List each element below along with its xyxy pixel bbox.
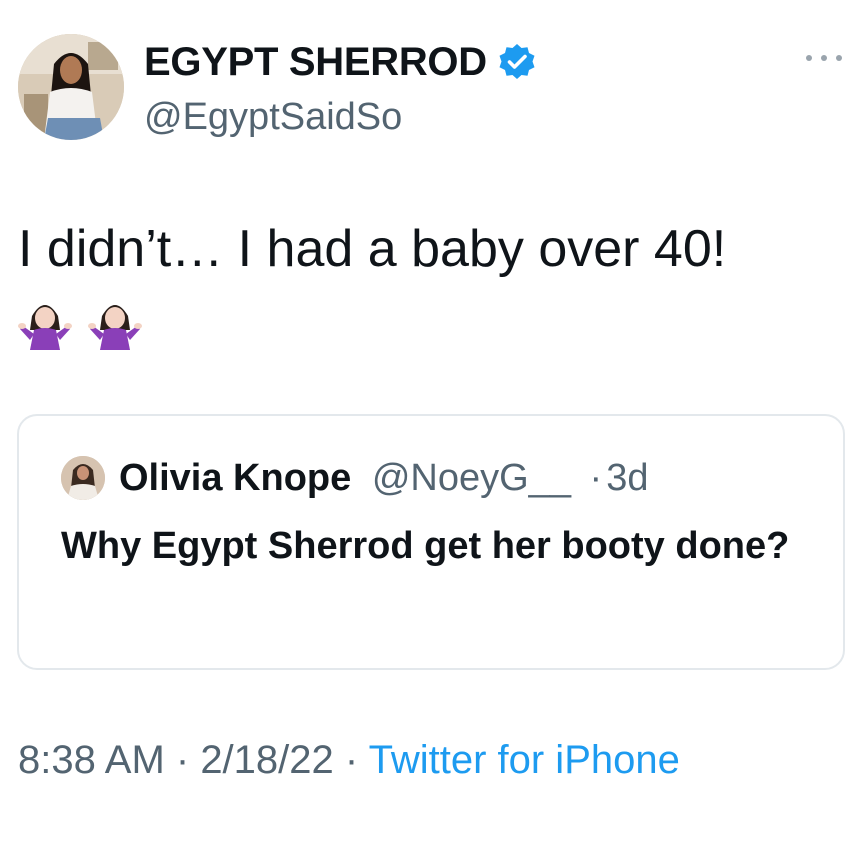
tweet-source-link[interactable]: Twitter for iPhone xyxy=(369,738,680,782)
quoted-tweet-text: Why Egypt Sherrod get her booty done? xyxy=(61,525,790,567)
quoted-tweet-card[interactable]: Olivia Knope @NoeyG__ · 3d Why Egypt Sher… xyxy=(17,414,845,670)
quoted-display-name[interactable]: Olivia Knope xyxy=(119,457,351,499)
woman-shrugging-emoji-icon xyxy=(18,305,72,350)
quoted-header: Olivia Knope @NoeyG__ · 3d xyxy=(119,454,648,502)
author-handle[interactable]: @EgyptSaidSo xyxy=(144,94,402,140)
tweet-time[interactable]: 8:38 AM xyxy=(18,738,165,782)
display-name-text: EGYPT SHERROD xyxy=(144,40,487,84)
quoted-time[interactable]: 3d xyxy=(606,457,648,499)
tweet-text: I didn’t… I had a baby over 40! xyxy=(18,220,727,278)
ellipsis-icon[interactable] xyxy=(806,50,842,66)
quoted-separator: · xyxy=(589,457,603,499)
tweet-date[interactable]: 2/18/22 xyxy=(200,738,333,782)
verified-badge-icon xyxy=(499,44,535,79)
avatar[interactable] xyxy=(18,34,124,140)
meta-separator: · xyxy=(333,738,369,782)
quoted-avatar xyxy=(61,456,105,500)
display-name[interactable]: EGYPT SHERROD xyxy=(144,38,537,86)
quoted-handle[interactable]: @NoeyG__ xyxy=(372,457,571,499)
tweet-emojis xyxy=(18,296,142,350)
woman-shrugging-emoji-icon xyxy=(88,305,142,350)
meta-separator: · xyxy=(164,738,201,782)
profile-photo xyxy=(18,34,124,140)
quoted-profile-photo xyxy=(61,456,105,500)
tweet-meta: 8:38 AM · 2/18/22 · Twitter for iPhone xyxy=(18,732,838,788)
